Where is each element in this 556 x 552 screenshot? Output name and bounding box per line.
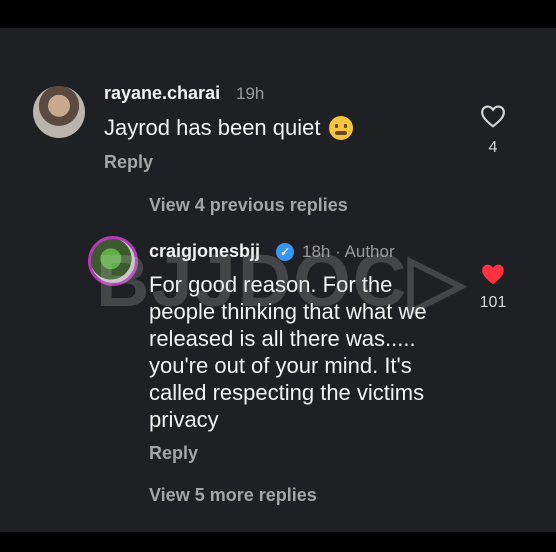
comment-username[interactable]: craigjonesbjj [149, 241, 260, 262]
view-more-replies-link[interactable]: View 5 more replies [149, 485, 317, 506]
letterbox-top [0, 0, 556, 28]
avatar[interactable] [88, 236, 138, 286]
like-count: 4 [488, 139, 498, 156]
comment-timestamp: 19h [236, 84, 265, 103]
comment-username[interactable]: rayane.charai [104, 83, 220, 104]
grimacing-face-icon [328, 116, 353, 140]
avatar[interactable] [33, 86, 85, 138]
reply-button[interactable]: Reply [149, 443, 198, 464]
comment-text: For good reason. For the people thinking… [149, 272, 427, 432]
heart-filled-icon[interactable] [480, 262, 506, 286]
heart-outline-icon[interactable] [480, 104, 506, 128]
like-count: 101 [479, 294, 507, 311]
reply-button[interactable]: Reply [104, 152, 153, 173]
verified-badge-icon: ✓ [276, 243, 294, 261]
view-previous-replies-link[interactable]: View 4 previous replies [149, 195, 348, 216]
comment-timestamp: 18h · Author [302, 242, 395, 261]
comment-text-body: Jayrod has been quiet [104, 115, 321, 140]
letterbox-bottom [0, 532, 556, 552]
comment-text: Jayrod has been quiet [104, 115, 353, 141]
